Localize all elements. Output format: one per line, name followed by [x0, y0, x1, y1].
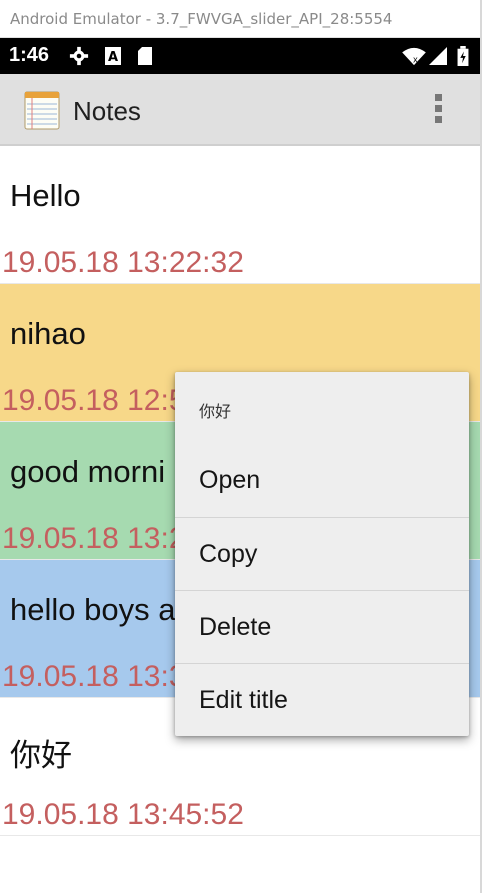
a-keyboard-icon: A [105, 47, 121, 65]
note-title: good morni [10, 454, 166, 489]
signal-icon [429, 47, 447, 65]
menu-item-copy[interactable]: Copy [175, 517, 469, 590]
note-date: 19.05.18 13:2 [2, 522, 186, 555]
overflow-menu-icon[interactable] [428, 92, 448, 128]
status-bar: 1:46 A x [0, 38, 482, 74]
note-title: Hello [10, 178, 81, 213]
note-date: 19.05.18 13:45:52 [2, 798, 244, 831]
battery-icon [457, 46, 469, 66]
status-time: 1:46 [9, 44, 50, 66]
svg-text:A: A [108, 50, 118, 65]
note-date: 19.05.18 12:5 [2, 384, 186, 417]
context-menu-header: 你好 [199, 404, 232, 421]
note-date: 19.05.18 13:22:32 [2, 246, 244, 279]
context-menu: 你好 Open Copy Delete Edit title [175, 372, 469, 736]
note-title: 你好 [10, 738, 72, 773]
svg-text:x: x [413, 54, 418, 64]
note-title: nihao [10, 316, 86, 351]
menu-item-open[interactable]: Open [175, 444, 469, 517]
sd-card-icon [138, 47, 152, 65]
note-item[interactable]: Hello 19.05.18 13:22:32 [0, 146, 482, 284]
note-title: hello boys a [10, 592, 176, 627]
notepad-logo-icon [24, 91, 60, 130]
emulator-window-title: Android Emulator - 3.7_FWVGA_slider_API_… [0, 0, 482, 38]
menu-item-edit-title[interactable]: Edit title [175, 663, 469, 736]
app-toolbar: Notes [0, 74, 482, 146]
menu-item-delete[interactable]: Delete [175, 590, 469, 663]
wifi-icon: x [402, 47, 426, 66]
note-date: 19.05.18 13:3 [2, 660, 186, 693]
app-title: Notes [73, 96, 141, 126]
gear-icon [69, 46, 89, 66]
